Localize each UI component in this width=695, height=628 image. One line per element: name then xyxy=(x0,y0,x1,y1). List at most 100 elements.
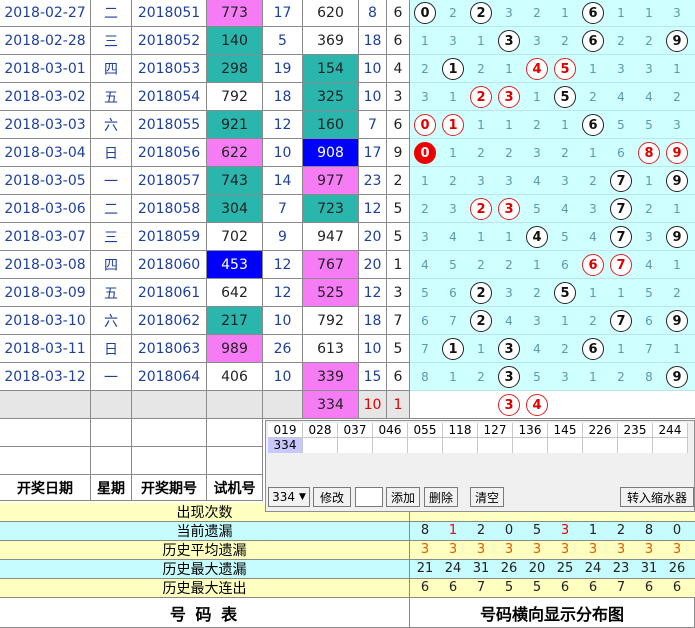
cell-date: 2018-02-27 xyxy=(0,0,91,27)
edit-button[interactable]: 修改 xyxy=(313,487,351,507)
cell-span: 12 xyxy=(263,251,303,279)
cell-v1: 17 xyxy=(359,139,387,167)
cell-issue: 2018053 xyxy=(132,55,207,83)
stat-value: 0 xyxy=(672,523,682,538)
cell-v2: 5 xyxy=(387,335,410,363)
hit-ball: 1 xyxy=(442,58,464,80)
stat-value: 2 xyxy=(476,523,486,538)
miss-count: 8 xyxy=(421,370,429,384)
miss-count: 5 xyxy=(561,230,569,244)
miss-count: 1 xyxy=(561,118,569,132)
miss-count: 1 xyxy=(561,314,569,328)
cell-issue: 2018051 xyxy=(132,0,207,27)
cell-issue: 2018062 xyxy=(132,307,207,335)
miss-count: 8 xyxy=(645,370,653,384)
miss-count: 1 xyxy=(589,370,597,384)
cell-trial: 453 xyxy=(207,251,263,279)
cell-v2: 6 xyxy=(387,363,410,391)
miss-count: 2 xyxy=(477,146,485,160)
hit-ball: 2 xyxy=(470,2,492,24)
cell-issue: 2018054 xyxy=(132,83,207,111)
hit-ball: 1 xyxy=(442,114,464,136)
miss-count: 3 xyxy=(561,174,569,188)
miss-count: 3 xyxy=(645,230,653,244)
miss-count: 5 xyxy=(617,118,625,132)
hit-ball: 2 xyxy=(470,310,492,332)
stat-value: 24 xyxy=(584,561,602,576)
cell-sum: 723 xyxy=(303,195,359,223)
cell-date: 2018-03-05 xyxy=(0,167,91,195)
pending-distribution-row xyxy=(410,391,695,419)
miss-count: 1 xyxy=(673,202,681,216)
miss-count: 1 xyxy=(421,34,429,48)
cell-trial: 921 xyxy=(207,111,263,139)
add-button[interactable]: 添加 xyxy=(386,487,420,507)
empty-cell xyxy=(132,447,207,475)
cell-issue: 2018057 xyxy=(132,167,207,195)
miss-count: 3 xyxy=(673,118,681,132)
miss-count: 1 xyxy=(449,370,457,384)
stat-value: 6 xyxy=(588,580,598,595)
candidate-number-panel: 019 334 028 037 046 055 118 127 136 145 226 235 244 … xyxy=(265,420,695,512)
miss-count: 4 xyxy=(617,90,625,104)
stat-value: 3 xyxy=(504,542,514,557)
cell-v2: 5 xyxy=(387,195,410,223)
miss-count: 1 xyxy=(617,342,625,356)
candidate-col-header: 226 xyxy=(583,423,618,438)
miss-count: 1 xyxy=(589,286,597,300)
cell-date: 2018-03-02 xyxy=(0,83,91,111)
miss-count: 2 xyxy=(561,34,569,48)
delete-button[interactable]: 删除 xyxy=(424,487,458,507)
cell-sum: 908 xyxy=(303,139,359,167)
stat-value: 6 xyxy=(560,580,570,595)
cell-weekday: 五 xyxy=(91,83,132,111)
cell-v1: 8 xyxy=(359,0,387,27)
cell-span: 19 xyxy=(263,55,303,83)
cell-sum: 339 xyxy=(303,363,359,391)
miss-count: 1 xyxy=(589,146,597,160)
pending-ball: 3 xyxy=(498,394,520,416)
hit-ball: 5 xyxy=(554,282,576,304)
hit-ball: 3 xyxy=(498,86,520,108)
transfer-to-filter-button[interactable]: 转入缩水器 xyxy=(620,487,694,507)
miss-count: 2 xyxy=(673,90,681,104)
hit-ball: 3 xyxy=(498,366,520,388)
hit-ball: 5 xyxy=(554,86,576,108)
miss-count: 4 xyxy=(505,314,513,328)
miss-count: 3 xyxy=(505,6,513,20)
miss-count: 3 xyxy=(449,34,457,48)
stat-value: 31 xyxy=(640,561,658,576)
miss-count: 5 xyxy=(449,258,457,272)
miss-count: 1 xyxy=(533,90,541,104)
miss-count: 2 xyxy=(477,370,485,384)
stat-value: 3 xyxy=(616,542,626,557)
hit-ball: 2 xyxy=(470,198,492,220)
cell-weekday: 日 xyxy=(91,335,132,363)
candidate-col-value xyxy=(373,438,408,453)
number-select[interactable]: 334 ▼ xyxy=(268,487,310,507)
cell-v2: 1 xyxy=(387,251,410,279)
cell-sum: 947 xyxy=(303,223,359,251)
candidate-col-value xyxy=(478,438,513,453)
lottery-trend-chart: 2018-02-27 二 2018051 773 17 620 8 6 2018-02-28 三 2… xyxy=(0,0,695,628)
number-input[interactable] xyxy=(355,487,383,507)
cell-trial: 622 xyxy=(207,139,263,167)
cell-sum: 792 xyxy=(303,307,359,335)
candidate-col-header: 136 xyxy=(513,423,548,438)
miss-count: 1 xyxy=(477,34,485,48)
clear-button[interactable]: 清空 xyxy=(470,487,504,507)
stat-value: 3 xyxy=(588,542,598,557)
stat-value: 21 xyxy=(416,561,434,576)
hit-ball: 6 xyxy=(582,338,604,360)
cell-trial: 140 xyxy=(207,27,263,55)
empty-cell xyxy=(0,419,91,447)
miss-count: 1 xyxy=(617,286,625,300)
cell-weekday: 四 xyxy=(91,55,132,83)
cell-trial: 773 xyxy=(207,0,263,27)
cell-date: 2018-03-07 xyxy=(0,223,91,251)
cell-span: 17 xyxy=(263,0,303,27)
hit-ball: 2 xyxy=(470,86,492,108)
cell-issue: 2018055 xyxy=(132,111,207,139)
cell-weekday: 三 xyxy=(91,27,132,55)
hit-ball: 5 xyxy=(554,58,576,80)
